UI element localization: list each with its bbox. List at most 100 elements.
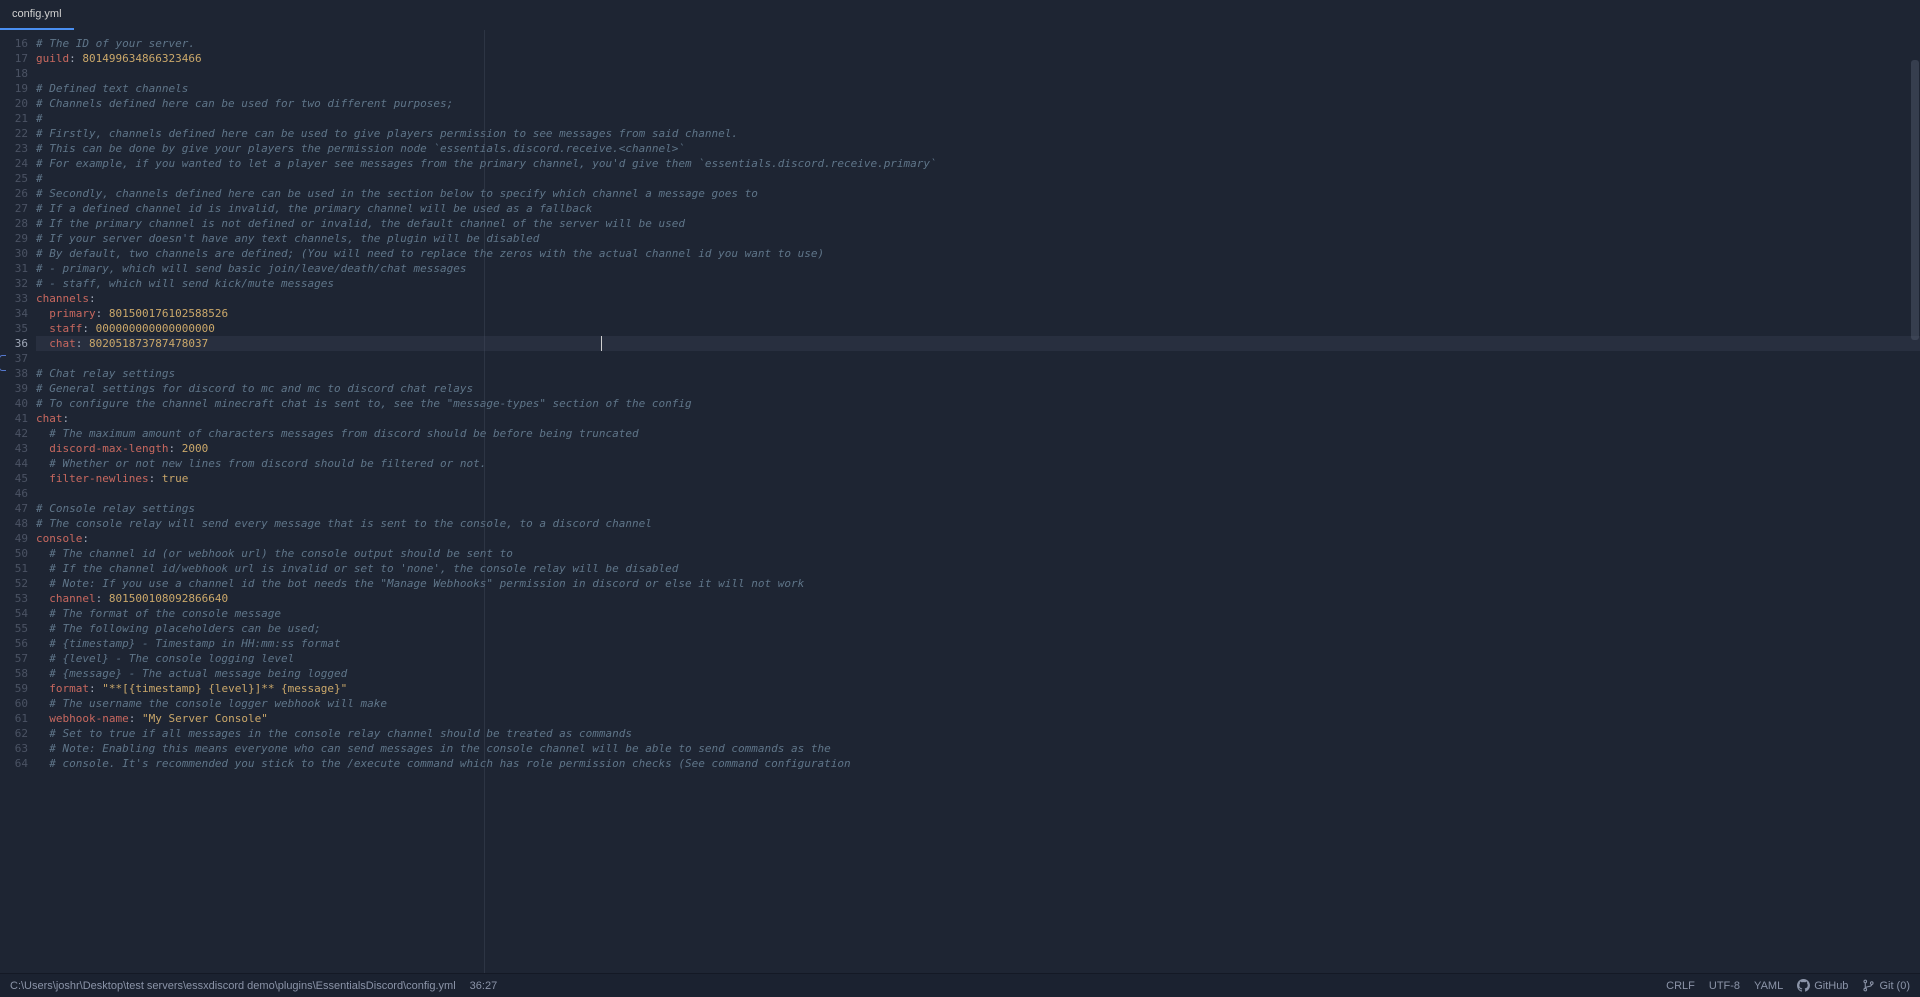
code-line[interactable]: format: "**[{timestamp} {level}]** {mess… — [36, 681, 1920, 696]
code-line[interactable]: # {level} - The console logging level — [36, 651, 1920, 666]
line-number: 55 — [0, 621, 36, 636]
line-number: 61 — [0, 711, 36, 726]
status-bar: C:\Users\joshr\Desktop\test servers\essx… — [0, 973, 1920, 997]
code-line[interactable]: # - primary, which will send basic join/… — [36, 261, 1920, 276]
line-number: 27 — [0, 201, 36, 216]
code-line[interactable]: # {timestamp} - Timestamp in HH:mm:ss fo… — [36, 636, 1920, 651]
status-encoding[interactable]: UTF-8 — [1709, 980, 1740, 992]
line-number: 41 — [0, 411, 36, 426]
code-line[interactable]: guild: 801499634866323466 — [36, 51, 1920, 66]
code-line[interactable]: # The console relay will send every mess… — [36, 516, 1920, 531]
line-number: 64 — [0, 756, 36, 771]
line-number: 63 — [0, 741, 36, 756]
tab-title: config.yml — [12, 8, 62, 20]
line-number: 34 — [0, 306, 36, 321]
code-line[interactable]: # The ID of your server. — [36, 36, 1920, 51]
code-line[interactable]: # Note: If you use a channel id the bot … — [36, 576, 1920, 591]
code-line[interactable] — [36, 486, 1920, 501]
code-line[interactable]: chat: — [36, 411, 1920, 426]
scrollbar-vertical[interactable] — [1911, 60, 1919, 340]
code-line[interactable]: # Whether or not new lines from discord … — [36, 456, 1920, 471]
code-line[interactable]: channels: — [36, 291, 1920, 306]
code-line[interactable]: # Chat relay settings — [36, 366, 1920, 381]
code-line[interactable]: # The username the console logger webhoo… — [36, 696, 1920, 711]
status-language[interactable]: YAML — [1754, 980, 1783, 992]
line-number: 29 — [0, 231, 36, 246]
code-line[interactable]: # Channels defined here can be used for … — [36, 96, 1920, 111]
line-number: 47 — [0, 501, 36, 516]
code-line[interactable]: # Note: Enabling this means everyone who… — [36, 741, 1920, 756]
code-line[interactable]: # General settings for discord to mc and… — [36, 381, 1920, 396]
code-line[interactable]: # If the channel id/webhook url is inval… — [36, 561, 1920, 576]
code-line[interactable]: # — [36, 171, 1920, 186]
code-line[interactable]: filter-newlines: true — [36, 471, 1920, 486]
tab-bar: config.yml — [0, 0, 1920, 30]
code-line[interactable]: discord-max-length: 2000 — [36, 441, 1920, 456]
line-number: 31 — [0, 261, 36, 276]
code-line[interactable]: # {message} - The actual message being l… — [36, 666, 1920, 681]
line-number: 49 — [0, 531, 36, 546]
line-number: 42 — [0, 426, 36, 441]
status-github[interactable]: GitHub — [1797, 979, 1848, 992]
code-line[interactable]: # — [36, 111, 1920, 126]
code-line[interactable] — [36, 66, 1920, 81]
line-number: 16 — [0, 36, 36, 51]
code-line[interactable]: console: — [36, 531, 1920, 546]
code-line[interactable]: # Set to true if all messages in the con… — [36, 726, 1920, 741]
code-line[interactable]: # If a defined channel id is invalid, th… — [36, 201, 1920, 216]
line-number: 20 — [0, 96, 36, 111]
line-number: 45 — [0, 471, 36, 486]
status-git[interactable]: Git (0) — [1862, 979, 1910, 992]
line-number: 43 — [0, 441, 36, 456]
line-number: 46 — [0, 486, 36, 501]
code-line[interactable]: webhook-name: "My Server Console" — [36, 711, 1920, 726]
code-line[interactable]: # If your server doesn't have any text c… — [36, 231, 1920, 246]
line-number: 57 — [0, 651, 36, 666]
status-github-label: GitHub — [1814, 980, 1848, 992]
code-line[interactable]: # The following placeholders can be used… — [36, 621, 1920, 636]
line-number: 48 — [0, 516, 36, 531]
code-line[interactable]: # By default, two channels are defined; … — [36, 246, 1920, 261]
code-line[interactable]: staff: 000000000000000000 — [36, 321, 1920, 336]
code-line[interactable]: primary: 801500176102588526 — [36, 306, 1920, 321]
editor-area[interactable]: 1617181920212223242526272829303132333435… — [0, 30, 1920, 973]
code-line[interactable]: # The format of the console message — [36, 606, 1920, 621]
code-line[interactable]: chat: 802051873787478037 — [36, 336, 1920, 351]
line-number: 59 — [0, 681, 36, 696]
line-number: 21 — [0, 111, 36, 126]
line-number: 30 — [0, 246, 36, 261]
code-line[interactable] — [36, 351, 1920, 366]
code-line[interactable]: # If the primary channel is not defined … — [36, 216, 1920, 231]
line-number: 23 — [0, 141, 36, 156]
line-number: 26 — [0, 186, 36, 201]
code-line[interactable]: # For example, if you wanted to let a pl… — [36, 156, 1920, 171]
code-content[interactable]: # The ID of your server.guild: 801499634… — [36, 30, 1920, 973]
code-line[interactable]: # The channel id (or webhook url) the co… — [36, 546, 1920, 561]
tab-config-yml[interactable]: config.yml — [0, 0, 74, 30]
line-number: 39 — [0, 381, 36, 396]
git-branch-icon — [1862, 979, 1875, 992]
code-line[interactable]: # Secondly, channels defined here can be… — [36, 186, 1920, 201]
line-number: 35 — [0, 321, 36, 336]
line-number: 40 — [0, 396, 36, 411]
code-line[interactable]: # Firstly, channels defined here can be … — [36, 126, 1920, 141]
line-number: 50 — [0, 546, 36, 561]
line-number: 36 — [0, 336, 36, 351]
fold-indicator[interactable] — [0, 355, 6, 371]
code-line[interactable]: # To configure the channel minecraft cha… — [36, 396, 1920, 411]
code-line[interactable]: # - staff, which will send kick/mute mes… — [36, 276, 1920, 291]
line-number: 25 — [0, 171, 36, 186]
code-line[interactable]: # This can be done by give your players … — [36, 141, 1920, 156]
status-file-path[interactable]: C:\Users\joshr\Desktop\test servers\essx… — [10, 980, 456, 992]
code-line[interactable]: # Defined text channels — [36, 81, 1920, 96]
status-line-ending[interactable]: CRLF — [1666, 980, 1695, 992]
line-number: 60 — [0, 696, 36, 711]
status-cursor-position[interactable]: 36:27 — [470, 980, 498, 992]
code-line[interactable]: channel: 801500108092866640 — [36, 591, 1920, 606]
code-line[interactable]: # console. It's recommended you stick to… — [36, 756, 1920, 771]
line-number: 54 — [0, 606, 36, 621]
line-number: 62 — [0, 726, 36, 741]
code-line[interactable]: # The maximum amount of characters messa… — [36, 426, 1920, 441]
code-line[interactable]: # Console relay settings — [36, 501, 1920, 516]
line-number-gutter: 1617181920212223242526272829303132333435… — [0, 30, 36, 973]
